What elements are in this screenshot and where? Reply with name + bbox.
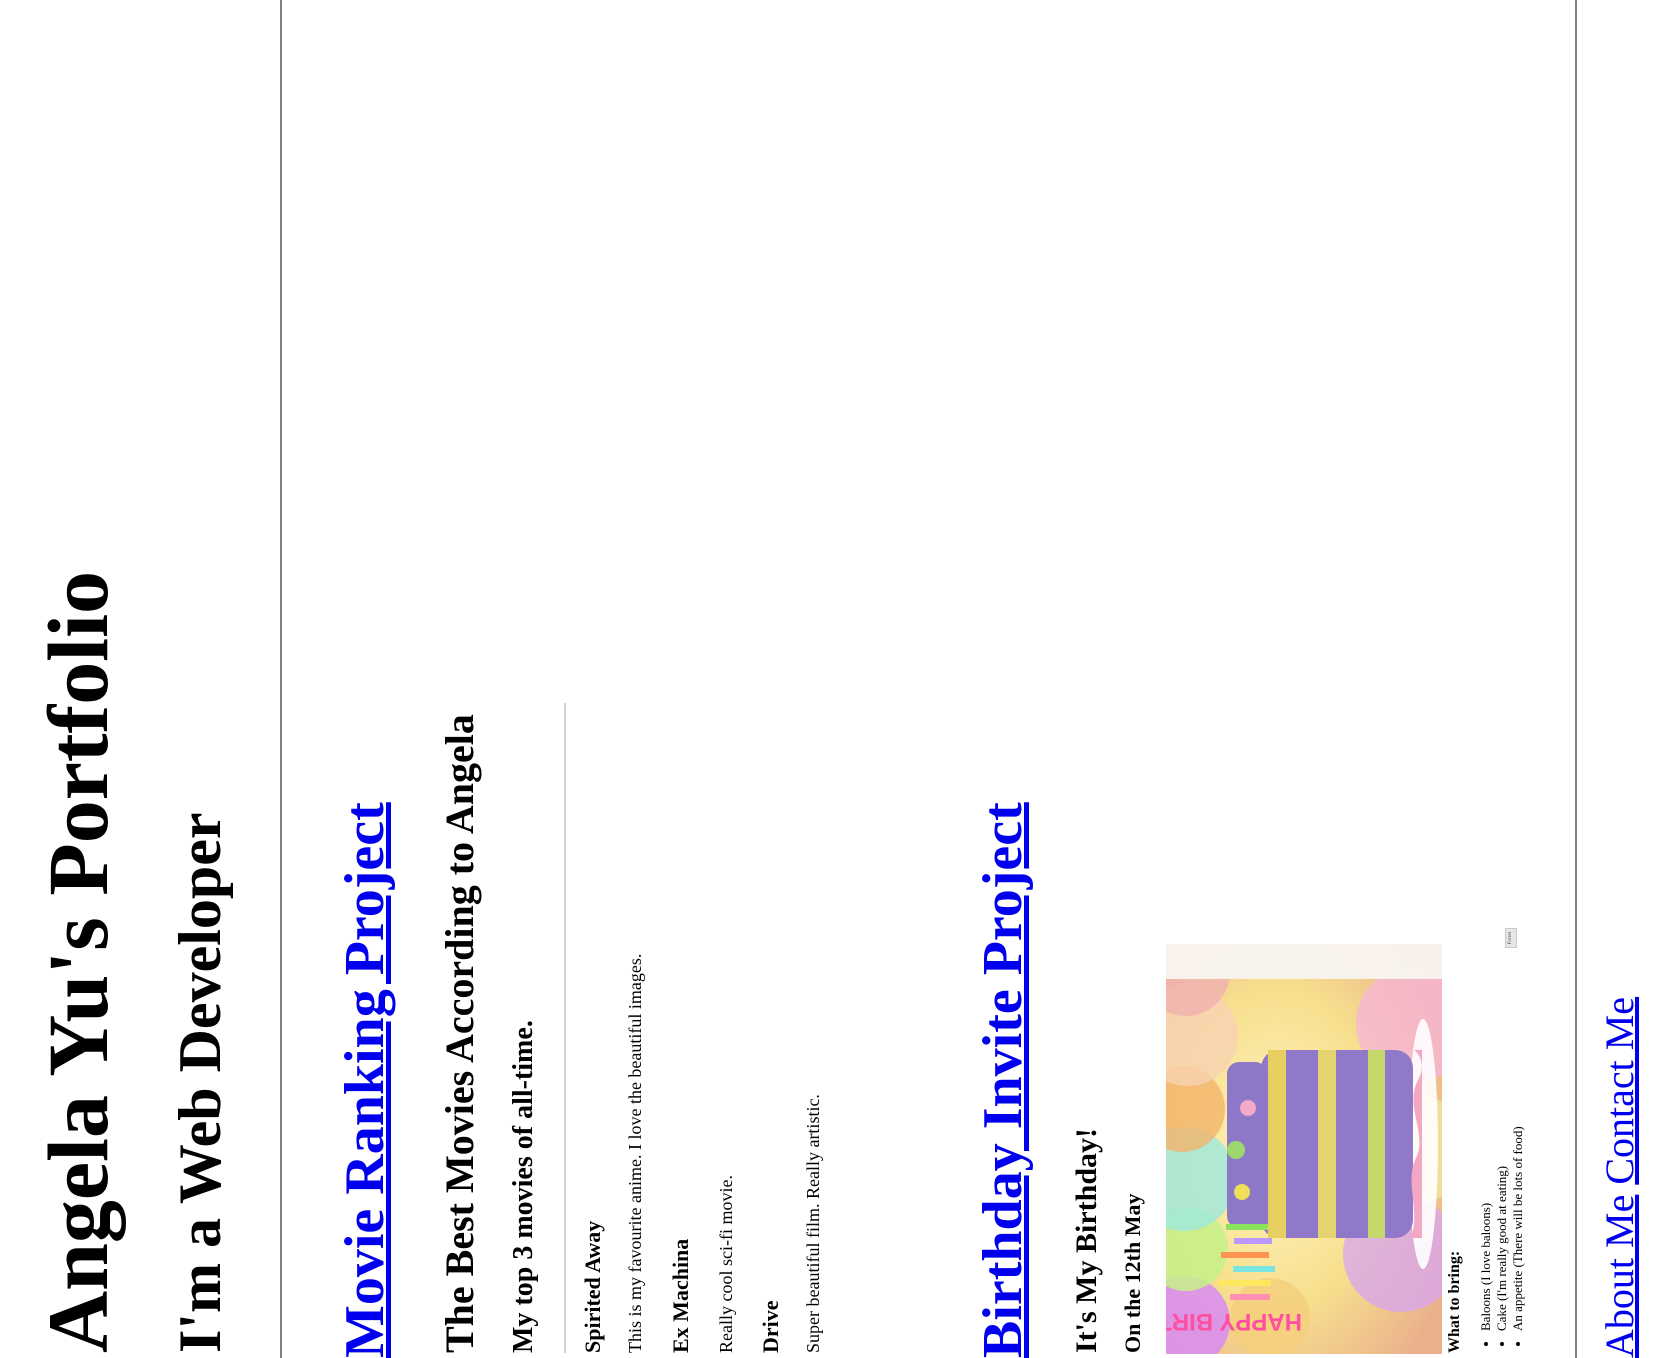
movie-title-drive: Drive (758, 1300, 783, 1353)
birthday-cake-image: HAPPY BIRTHDAY (1166, 944, 1442, 1354)
movie-description-spirited-away: This is my favourite anime. I love the b… (625, 953, 645, 1353)
movie-page-heading: The Best Movies According to Angela (437, 714, 482, 1353)
birthday-invite-project-link[interactable]: Birthday Invite Project (972, 802, 1034, 1358)
cake-dot-3 (1240, 1100, 1256, 1116)
page-title: Angela Yu's Portfolio (30, 571, 126, 1353)
cake-dot-2 (1227, 1141, 1245, 1159)
about-me-link[interactable]: About Me (1597, 1195, 1642, 1358)
cake-ribbon-top (1268, 1050, 1286, 1238)
what-to-bring-list: Baloons (I love baloons) Cake (I'm reall… (1478, 1126, 1526, 1353)
portfolio-page: Angela Yu's Portfolio I'm a Web Develope… (0, 0, 1676, 1358)
table-surface (1166, 944, 1442, 979)
movie-title-ex-machina: Ex Machina (668, 1238, 693, 1353)
cake-ribbon-middle (1318, 1050, 1336, 1238)
birthday-date: On the 12th May (1120, 1193, 1145, 1354)
what-to-bring-heading: What to bring: (1446, 1250, 1463, 1353)
movie-title-spirited-away: Spirited Away (580, 1220, 605, 1353)
movie-description-ex-machina: Really cool sci-fi movie. (716, 1175, 736, 1353)
section-divider-top (280, 0, 282, 1358)
cake-happy-birthday-text: HAPPY BIRTHDAY (1166, 1308, 1302, 1335)
movie-divider (564, 703, 566, 1353)
page-subtitle: I'm a Web Developer (167, 812, 233, 1354)
tiny-image-label: Forest (1505, 928, 1517, 948)
bring-item-appetite: An appetite (There will be lots of food) (1510, 1126, 1526, 1331)
birthday-cake-illustration: HAPPY BIRTHDAY (1166, 944, 1442, 1354)
movie-ranking-project-link[interactable]: Movie Ranking Project (334, 802, 396, 1358)
movie-page-subheading: My top 3 movies of all-time. (508, 1020, 539, 1353)
footer-links: About Me Contact Me (1597, 997, 1642, 1358)
birthday-invite-preview: It's My Birthday! On the 12th May HAPPY … (1055, 758, 1575, 1358)
movie-description-drive: Super beautiful film. Really artistic. (803, 1094, 823, 1353)
cake-ribbon-bottom (1368, 1050, 1385, 1238)
bring-item-cake: Cake (I'm really good at eating) (1494, 1126, 1510, 1331)
bring-item-balloons: Baloons (I love baloons) (1478, 1126, 1494, 1331)
birthday-heading: It's My Birthday! (1070, 1128, 1103, 1353)
movie-ranking-preview: The Best Movies According to Angela My t… (430, 608, 870, 1358)
cake-dot-1 (1234, 1184, 1250, 1200)
contact-me-link[interactable]: Contact Me (1597, 997, 1642, 1185)
section-divider-bottom (1575, 0, 1577, 1358)
rotated-page-container: Angela Yu's Portfolio I'm a Web Develope… (0, 0, 1676, 1358)
